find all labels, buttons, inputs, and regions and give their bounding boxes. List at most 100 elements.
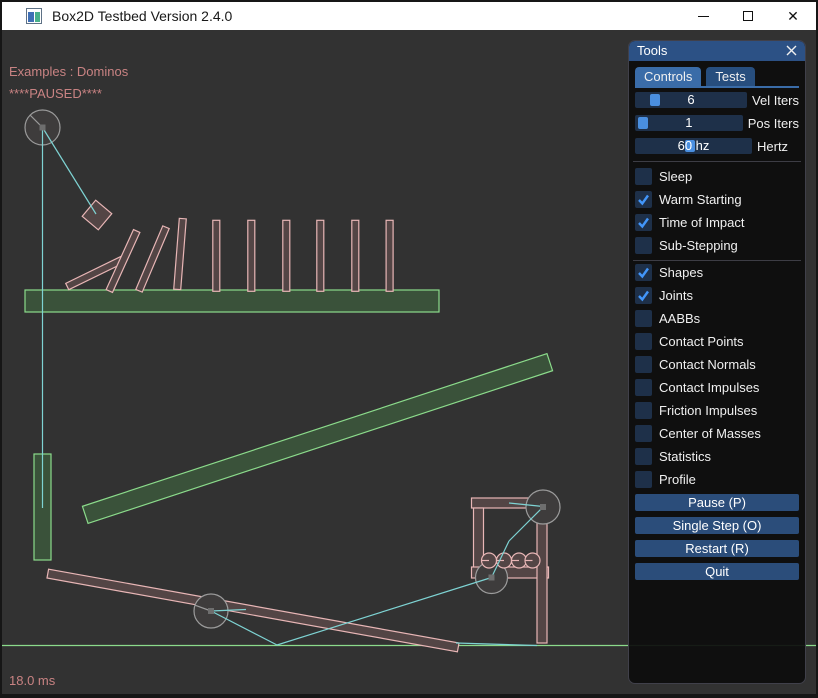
checkbox-row-contact-impulses[interactable]: Contact Impulses [635,379,799,396]
domino-upright[interactable] [352,220,359,291]
checkbox-contact-impulses[interactable] [635,379,652,396]
checkbox-row-warm-starting[interactable]: Warm Starting [635,191,799,208]
checkbox-label: AABBs [659,311,700,326]
tab-controls[interactable]: Controls [635,67,701,86]
single-step-o-button[interactable]: Single Step (O) [635,517,799,534]
checkbox-warm-starting[interactable] [635,191,652,208]
domino-upright[interactable] [283,220,290,291]
domino-upright[interactable] [213,220,220,291]
checkbox-group-draw: Shapes Joints AABBs Contact Points Contact N… [635,264,799,488]
slider-label: Hertz [757,139,788,154]
example-label: Examples : Dominos [9,64,128,79]
checkbox-row-aabbs[interactable]: AABBs [635,310,799,327]
slider-row-pos-iters: 1 Pos Iters [635,115,799,131]
tools-panel-content: Controls Tests 6Vel Iters 1 Pos Iters 60 hz H… [629,67,805,580]
slider-pos-iters[interactable]: 1 [635,115,743,131]
checkbox-row-sub-stepping[interactable]: Sub-Stepping [635,237,799,254]
slider-hertz[interactable]: 60 hz [635,138,752,154]
pendulum-square[interactable] [82,200,112,230]
checkbox-group-sim: Sleep Warm Starting Time of Impact Sub-Step… [635,168,799,254]
checkbox-row-center-of-masses[interactable]: Center of Masses [635,425,799,442]
check-icon [636,265,651,280]
pause-p-button[interactable]: Pause (P) [635,494,799,511]
checkbox-label: Contact Points [659,334,744,349]
restart-r-button[interactable]: Restart (R) [635,540,799,557]
minimize-button[interactable] [688,2,718,30]
app-icon [26,8,42,24]
tools-close-button[interactable] [783,42,800,59]
separator [633,260,801,261]
domino-upright[interactable] [248,220,255,291]
close-button[interactable]: ✕ [778,2,808,30]
tools-panel-titlebar[interactable]: Tools [629,41,805,61]
checkbox-shapes[interactable] [635,264,652,281]
checkbox-row-contact-points[interactable]: Contact Points [635,333,799,350]
close-icon: ✕ [787,9,799,23]
checkbox-label: Profile [659,472,696,487]
checkbox-label: Contact Normals [659,357,756,372]
seesaw-plank[interactable] [47,569,459,652]
slider-label: Pos Iters [748,116,799,131]
slider-value: 6 [635,92,747,108]
domino-upright[interactable] [386,220,393,291]
slider-value: 60 hz [635,138,752,154]
slider-group: 6Vel Iters 1 Pos Iters 60 hz Hertz [635,92,799,154]
checkbox-contact-normals[interactable] [635,356,652,373]
tab-bar: Controls Tests [635,67,799,88]
separator [633,161,801,162]
checkbox-sub-stepping[interactable] [635,237,652,254]
checkbox-label: Sleep [659,169,692,184]
tab-tests[interactable]: Tests [706,67,754,86]
window-titlebar[interactable]: Box2D Testbed Version 2.4.0 ✕ [2,2,816,30]
checkbox-row-statistics[interactable]: Statistics [635,448,799,465]
checkbox-label: Joints [659,288,693,303]
slider-vel-iters[interactable]: 6 [635,92,747,108]
joint-anchor-point [40,125,46,131]
checkbox-label: Center of Masses [659,426,761,441]
domino-tilting[interactable] [174,218,187,289]
checkbox-profile[interactable] [635,471,652,488]
quit-button[interactable]: Quit [635,563,799,580]
check-icon [636,288,651,303]
slider-row-hertz: 60 hz Hertz [635,138,799,154]
joint-segment [43,128,97,215]
checkbox-label: Warm Starting [659,192,742,207]
maximize-icon [743,11,753,21]
checkbox-statistics[interactable] [635,448,652,465]
button-group: Pause (P) Single Step (O) Restart (R) Quit [635,494,799,580]
checkbox-row-profile[interactable]: Profile [635,471,799,488]
joint-anchor-point [208,608,214,614]
checkbox-center-of-masses[interactable] [635,425,652,442]
checkbox-label: Shapes [659,265,703,280]
check-icon [636,192,651,207]
domino-fallen-3[interactable] [136,226,169,292]
checkbox-label: Time of Impact [659,215,744,230]
close-icon [786,45,797,56]
checkbox-label: Contact Impulses [659,380,759,395]
paused-label: ****PAUSED**** [9,86,102,101]
minimize-icon [698,16,709,17]
checkbox-row-friction-impulses[interactable]: Friction Impulses [635,402,799,419]
joint-anchor-point [489,575,495,581]
joint-anchor-point [540,504,546,510]
checkbox-aabbs[interactable] [635,310,652,327]
checkbox-sleep[interactable] [635,168,652,185]
tools-panel-title: Tools [637,43,667,58]
checkbox-friction-impulses[interactable] [635,402,652,419]
checkbox-row-shapes[interactable]: Shapes [635,264,799,281]
checkbox-time-of-impact[interactable] [635,214,652,231]
maximize-button[interactable] [733,2,763,30]
slider-row-vel-iters: 6Vel Iters [635,92,799,108]
checkbox-row-contact-normals[interactable]: Contact Normals [635,356,799,373]
checkbox-joints[interactable] [635,287,652,304]
checkbox-row-sleep[interactable]: Sleep [635,168,799,185]
client-area: Examples : Dominos ****PAUSED**** 18.0 m… [2,30,816,694]
checkbox-row-time-of-impact[interactable]: Time of Impact [635,214,799,231]
checkbox-row-joints[interactable]: Joints [635,287,799,304]
window-title: Box2D Testbed Version 2.4.0 [52,8,232,24]
checkbox-contact-points[interactable] [635,333,652,350]
cradle-right-post[interactable] [537,508,547,643]
box2d-testbed-window: { "window": { "title": "Box2D Testbed Ve… [0,0,818,698]
slider-value: 1 [635,115,743,131]
domino-upright[interactable] [317,220,324,291]
